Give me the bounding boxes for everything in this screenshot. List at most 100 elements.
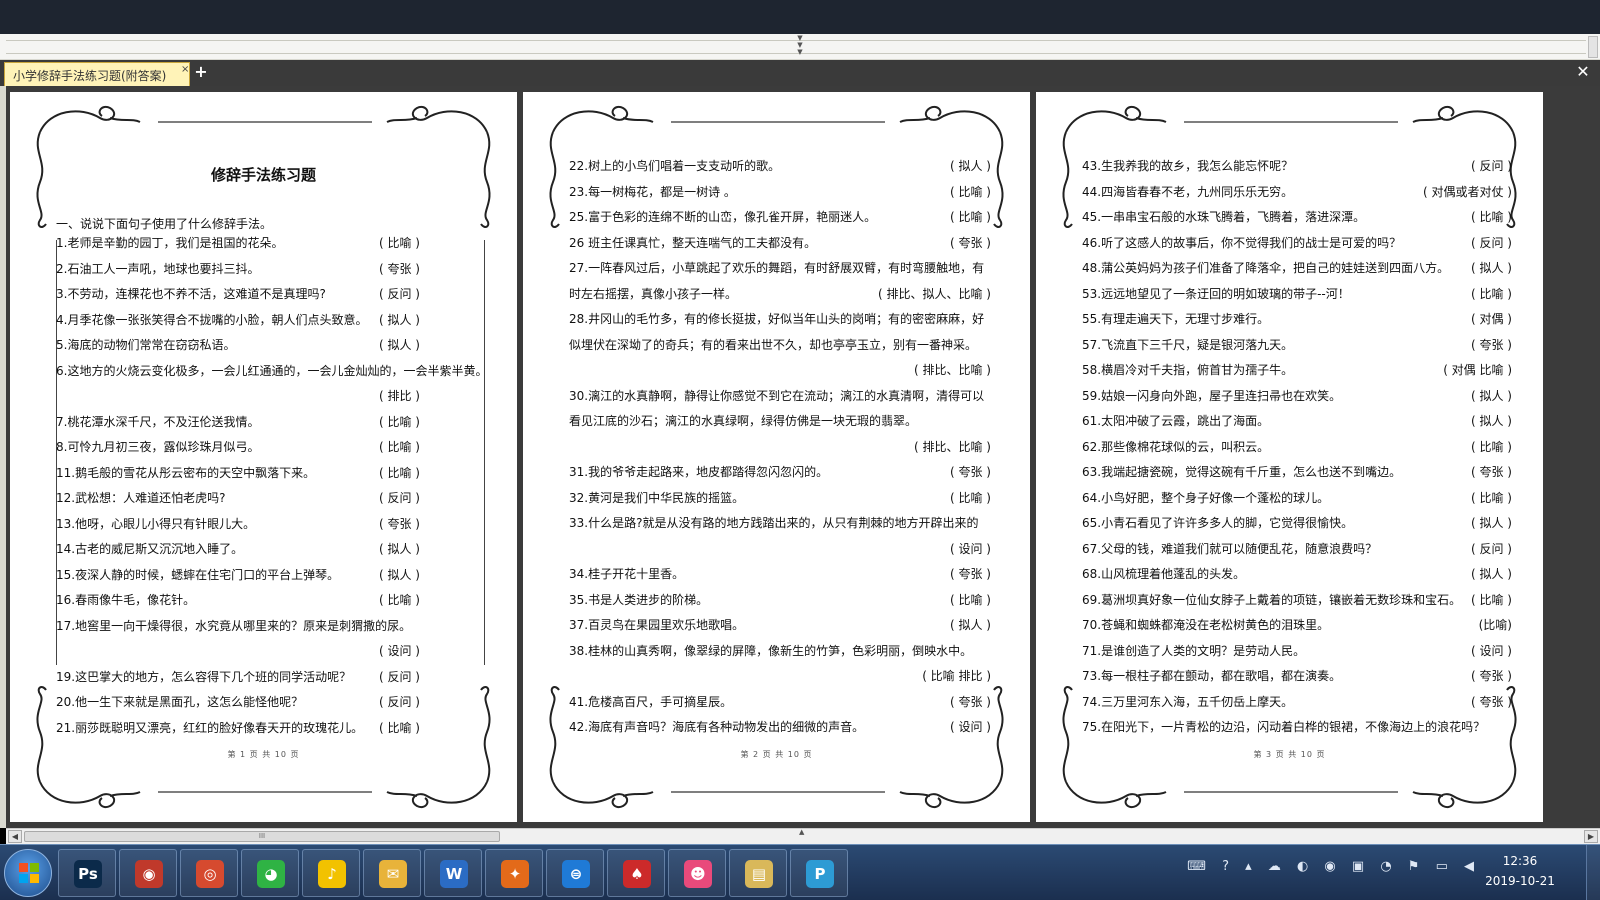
page-border-ornament [1062,106,1517,808]
tab-document[interactable]: 小学修辞手法练习题(附答案) × [4,62,190,86]
scrollbar-thumb[interactable]: III [24,831,500,842]
question-text: 20.他一生下来就是黑面孔，这怎么能怪他呢？ [56,695,304,709]
question-line: 20.他一生下来就是黑面孔，这怎么能怪他呢？ ( 反问 ) [56,694,476,710]
taskbar-app-button[interactable]: ♪ [302,849,360,897]
question-text: 69.葛洲坝真好象一位仙女脖子上戴着的项链，镶嵌着无数珍珠和宝石。 [1082,592,1462,607]
taskbar-app-button[interactable]: ◉ [119,849,177,897]
document-tab-bar: 小学修辞手法练习题(附答案) × + ✕ [0,60,1600,86]
answer-text: ( 对偶或者对仗 ) [1423,184,1512,199]
taskbar-app-button[interactable]: ♠ [607,849,665,897]
taskbar-app-button[interactable]: Ps [58,849,116,897]
question-text: 7.桃花潭水深千尺，不及汪伦送我情。 [56,414,260,429]
question-line: 61.太阳冲破了云霞，跳出了海面。 ( 拟人 ) [1082,413,1512,429]
question-text: 41.危楼高百尺，手可摘星辰。 [569,694,733,709]
question-text: 64.小鸟好肥，整个身子好像一个蓬松的球儿。 [1082,490,1330,505]
answer-text: ( 夸张 ) [950,567,991,581]
answer-text: ( 反问 ) [1471,541,1512,556]
question-text: 53.远远地望见了一条迂回的明如玻璃的带子--河！ [1082,286,1350,301]
question-text: 33.什么是路?就是从没有路的地方践踏出来的，从只有荆棘的地方开辟出来的 [569,516,979,530]
document-viewer[interactable]: 修辞手法练习题 一、说说下面句子使用了什么修辞手法。 1.老师是辛勤的园丁，我们… [0,86,1600,828]
question-text: 71.是谁创造了人类的文明？是劳动人民。 [1082,643,1306,658]
question-text: 38.桂林的山真秀啊，像翠绿的屏障，像新生的竹笋，色彩明丽，倒映水中。 [569,643,973,658]
question-line: 28.井冈山的毛竹多，有的修长挺拔，好似当年山头的岗哨；有的密密麻麻，好 [569,311,999,327]
question-line: 看见江底的沙石；漓江的水真绿啊，绿得仿佛是一块无瑕的翡翠。 [569,413,999,429]
close-window-button[interactable]: ✕ [1574,63,1592,81]
start-button[interactable] [4,849,52,897]
answer-text: ( 反问 ) [379,287,420,301]
question-line: ( 排比、比喻 ) [569,439,999,455]
page-footer: 第 3 页 共 10 页 [1253,750,1326,759]
question-text: 74.三万里河东入海，五千仞岳上摩天。 [1082,694,1294,709]
taskbar-app-button[interactable]: ⊜ [546,849,604,897]
question-text: 28.井冈山的毛竹多，有的修长挺拔，好似当年山头的岗哨；有的密密麻麻，好 [569,312,985,326]
question-line: 7.桃花潭水深千尺，不及汪伦送我情。 ( 比喻 ) [56,414,476,430]
question-text: 67.父母的钱，难道我们就可以随便乱花，随意浪费吗？ [1082,541,1378,556]
question-line: 似埋伏在深坳了的奇兵；有的看来出世不久，却也亭亭玉立，别有一番神采。 [569,337,999,353]
question-line: 58.横眉冷对千夫指，俯首甘为孺子牛。 ( 对偶 比喻 ) [1082,362,1512,378]
question-line: 71.是谁创造了人类的文明？是劳动人民。 ( 设问 ) [1082,643,1512,659]
taskbar-app-button[interactable]: P [790,849,848,897]
answer-text: ( 比喻 ) [1471,286,1512,301]
system-tray[interactable]: ⌨ ? ▴ ☁ ◐ ◉ ▣ ◔ ⚑ ▭ ◀ [1187,859,1480,874]
scroll-right-button[interactable]: ▶ [1584,830,1598,843]
answer-text: ( 拟人 ) [1471,516,1512,530]
pdf-icon: P [806,860,834,888]
question-text: 17.地窖里一向干燥得很，水究竟从哪里来的？原来是刺猬撒的尿。 [56,618,412,633]
question-line: 43.生我养我的故乡，我怎么能忘怀呢？ ( 反问 ) [1082,158,1512,174]
taskbar-app-button[interactable]: ✦ [485,849,543,897]
taskbar-app-button[interactable]: ◕ [241,849,299,897]
question-text: 13.他呀，心眼儿小得只有针眼儿大。 [56,516,256,531]
question-text: 70.苍蝇和蜘蛛都淹没在老松树黄色的泪珠里。 [1082,618,1330,632]
question-line: 3.不劳动，连棵花也不养不活，这难道不是真理吗? ( 反问 ) [56,286,476,302]
question-text: 27.一阵春风过后，小草跳起了欢乐的舞蹈，有时舒展双臂，有时弯腰触地，有 [569,261,985,275]
page-border-ornament [36,106,491,808]
question-text: 时左右摇摆，真像小孩子一样。 [569,286,738,301]
answer-text: ( 比喻 ) [1471,210,1512,224]
question-text: 3.不劳动，连棵花也不养不活，这难道不是真理吗? [56,287,326,301]
question-text: 43.生我养我的故乡，我怎么能忘怀呢？ [1082,159,1294,173]
question-text: 73.每一根柱子都在颤动，都在歌唱，都在演奏。 [1082,669,1342,683]
question-line: 38.桂林的山真秀啊，像翠绿的屏障，像新生的竹笋，色彩明丽，倒映水中。 [569,643,999,659]
taskbar-app-button[interactable]: ☻ [668,849,726,897]
question-line: 62.那些像棉花球似的云，叫积云。 ( 比喻 ) [1082,439,1512,455]
question-line: 41.危楼高百尺，手可摘星辰。 ( 夸张 ) [569,694,999,710]
question-line: 35.书是人类进步的阶梯。 ( 比喻 ) [569,592,999,608]
taskbar-app-button[interactable]: ▤ [729,849,787,897]
taskbar-app-button[interactable]: ✉ [363,849,421,897]
answer-text: ( 反问 ) [379,491,420,505]
question-text: 5.海底的动物们常常在窃窃私语。 [56,338,236,352]
add-tab-button[interactable]: + [193,63,209,81]
taskbar-app-button[interactable]: W [424,849,482,897]
show-desktop-button[interactable] [1586,845,1600,900]
answer-text: ( 夸张 ) [1471,669,1512,683]
question-line: 74.三万里河东入海，五千仞岳上摩天。 ( 夸张 ) [1082,694,1512,710]
question-line: 68.山风梳理着他蓬乱的头发。 ( 拟人 ) [1082,566,1512,582]
close-icon[interactable]: × [181,64,189,75]
answer-text: ( 设问 ) [950,720,991,734]
expand-icon[interactable]: ▲ [799,828,804,836]
scrollbar-up[interactable] [1588,36,1598,58]
clock[interactable]: 12:36 2019-10-21 [1480,851,1560,891]
question-text: 21.丽莎既聪明又漂亮，红红的脸好像春天开的玫瑰花儿。 [56,720,364,735]
horizontal-scrollbar[interactable]: ◀ III ▲ ▶ [6,828,1600,844]
question-line: 37.百灵鸟在果园里欢乐地歌唱。 ( 拟人 ) [569,617,999,633]
taskbar-app-button[interactable]: ◎ [180,849,238,897]
document-page-2: 22.树上的小鸟们唱着一支支动听的歌。 ( 拟人 ) 23.每一树梅花，都是一树诗 … [523,92,1030,822]
answer-text: ( 夸张 ) [1471,465,1512,479]
question-line: 27.一阵春风过后，小草跳起了欢乐的舞蹈，有时舒展双臂，有时弯腰触地，有 [569,260,999,276]
question-text: 35.书是人类进步的阶梯。 [569,592,709,607]
question-line: 26 班主任课真忙，整天连喘气的工夫都没有。 ( 夸张 ) [569,235,999,251]
question-line: 65.小青石看见了许许多多人的脚，它觉得很愉快。 ( 拟人 ) [1082,515,1512,531]
question-line: 44.四海皆春春不老，九州同乐乐无穷。 ( 对偶或者对仗 ) [1082,184,1512,200]
question-line: 67.父母的钱，难道我们就可以随便乱花，随意浪费吗？ ( 反问 ) [1082,541,1512,557]
answer-text: ( 拟人 ) [379,312,420,327]
question-line: 8.可怜九月初三夜，露似珍珠月似弓。 ( 比喻 ) [56,439,476,455]
margin-line [484,240,485,665]
music-icon: ♪ [318,860,346,888]
answer-text: ( 比喻 ) [950,490,991,505]
question-line: 45.一串串宝石般的水珠飞腾着，飞腾着，落进深潭。 ( 比喻 ) [1082,209,1512,225]
answer-text: ( 拟人 ) [379,542,420,556]
scroll-left-button[interactable]: ◀ [8,830,22,843]
collapse-toolbar-button[interactable]: ▼ ▼ ▼ [793,35,807,56]
question-line: ( 排比 ) [56,388,476,404]
